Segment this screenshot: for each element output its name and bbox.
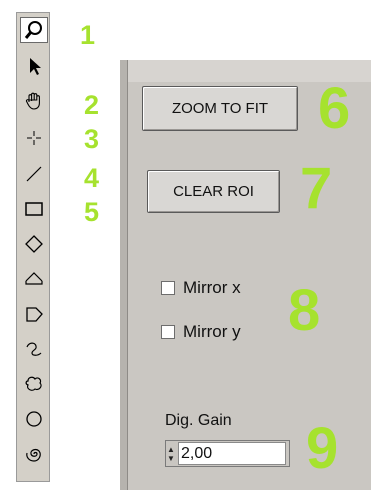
- arrow-pointer-icon: [30, 58, 41, 75]
- freehand-region-tool[interactable]: [20, 371, 48, 397]
- callout-4: 4: [84, 163, 100, 193]
- rectangle-tool[interactable]: [20, 196, 48, 222]
- increment-arrow-icon[interactable]: ▲: [167, 445, 175, 454]
- mirror-y-label: Mirror y: [183, 322, 241, 341]
- mirror-x-checkbox[interactable]: [161, 281, 175, 295]
- panel-left-edge: [120, 60, 128, 490]
- polygon-icon: [26, 307, 43, 322]
- diamond-icon: [25, 235, 43, 253]
- arc-icon: [25, 272, 43, 285]
- mirror-y-checkbox[interactable]: [161, 325, 175, 339]
- oval-icon: [26, 411, 42, 427]
- mirror-x-checkbox-row[interactable]: Mirror x: [161, 278, 241, 298]
- freehand-region-icon: [25, 376, 42, 391]
- freehand-line-tool[interactable]: [20, 336, 48, 362]
- line-icon: [26, 166, 42, 182]
- callout-8: 8: [288, 278, 321, 343]
- dig-gain-label: Dig. Gain: [165, 412, 232, 429]
- callout-5: 5: [84, 197, 100, 227]
- freehand-icon: [26, 342, 42, 356]
- clear-roi-button[interactable]: CLEAR ROI: [147, 170, 280, 213]
- callout-3: 3: [84, 124, 100, 154]
- rectangle-icon: [25, 202, 43, 216]
- annulus-tool[interactable]: [20, 266, 48, 292]
- pan-tool[interactable]: [20, 88, 48, 114]
- dig-gain-spinner[interactable]: ▲ ▼: [166, 441, 176, 466]
- select-tool[interactable]: [20, 53, 48, 79]
- callout-9: 9: [306, 416, 339, 481]
- zoom-tool[interactable]: [20, 17, 48, 43]
- line-tool[interactable]: [20, 161, 48, 187]
- magnifier-icon: [24, 21, 42, 39]
- callout-7: 7: [300, 156, 333, 221]
- crosshair-icon: [27, 131, 41, 145]
- polygon-tool[interactable]: [20, 301, 48, 327]
- zoom-to-fit-button[interactable]: ZOOM TO FIT: [142, 86, 298, 131]
- hand-icon: [25, 92, 40, 110]
- roi-tool-palette: [16, 12, 50, 482]
- spiral-tool[interactable]: [20, 441, 48, 467]
- dig-gain-control: ▲ ▼ 2,00: [165, 440, 290, 467]
- spiral-icon: [26, 448, 41, 462]
- decrement-arrow-icon[interactable]: ▼: [167, 454, 175, 463]
- oval-tool[interactable]: [20, 406, 48, 432]
- mirror-x-label: Mirror x: [183, 278, 241, 297]
- callout-6: 6: [318, 76, 351, 141]
- callout-1: 1: [80, 20, 96, 50]
- dig-gain-input[interactable]: 2,00: [178, 442, 286, 465]
- point-tool[interactable]: [20, 125, 48, 151]
- mirror-y-checkbox-row[interactable]: Mirror y: [161, 322, 241, 342]
- callout-2: 2: [84, 90, 100, 120]
- rotated-rectangle-tool[interactable]: [20, 231, 48, 257]
